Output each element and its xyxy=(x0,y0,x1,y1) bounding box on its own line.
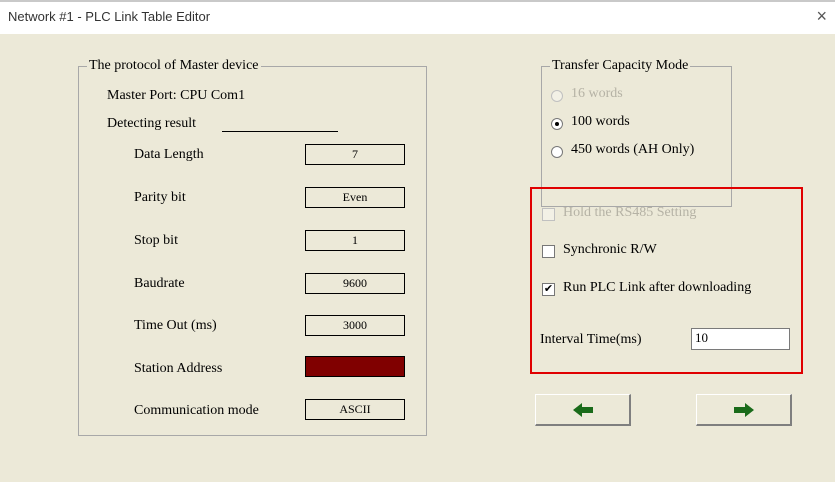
radio-450-words[interactable] xyxy=(551,146,563,158)
left-arrow-icon xyxy=(573,403,593,417)
parity-bit-label: Parity bit xyxy=(134,190,186,205)
radio-100-words[interactable] xyxy=(551,118,563,130)
next-button[interactable] xyxy=(696,394,792,426)
synchronic-rw-checkbox[interactable] xyxy=(542,245,555,258)
radio-450-words-label: 450 words (AH Only) xyxy=(571,142,695,157)
transfer-capacity-group: Transfer Capacity Mode xyxy=(541,58,732,207)
dialog-client: The protocol of Master device Master Por… xyxy=(0,34,835,482)
interval-time-label: Interval Time(ms) xyxy=(540,332,642,347)
detecting-result-label: Detecting result xyxy=(107,116,197,131)
radio-16-words[interactable] xyxy=(551,90,563,102)
stop-bit-label: Stop bit xyxy=(134,233,178,248)
master-port-label: Master Port: CPU Com1 xyxy=(107,88,246,103)
station-address-value xyxy=(305,356,405,377)
time-out-label: Time Out (ms) xyxy=(134,318,217,333)
titlebar: Network #1 - PLC Link Table Editor × xyxy=(0,0,835,34)
interval-time-input[interactable]: 10 xyxy=(691,328,790,350)
hold-rs485-label: Hold the RS485 Setting xyxy=(563,205,697,220)
right-arrow-icon xyxy=(734,403,754,417)
communication-mode-label: Communication mode xyxy=(134,403,259,418)
communication-mode-value: ASCII xyxy=(305,399,405,420)
station-address-label: Station Address xyxy=(134,361,223,376)
run-plc-link-label: Run PLC Link after downloading xyxy=(563,280,752,295)
previous-button[interactable] xyxy=(535,394,631,426)
close-icon[interactable]: × xyxy=(816,6,827,27)
data-length-label: Data Length xyxy=(134,147,204,162)
window-title: Network #1 - PLC Link Table Editor xyxy=(8,9,211,24)
radio-16-words-label: 16 words xyxy=(571,86,623,101)
baudrate-label: Baudrate xyxy=(134,276,185,291)
stop-bit-value: 1 xyxy=(305,230,405,251)
baudrate-value: 9600 xyxy=(305,273,405,294)
run-plc-link-checkbox[interactable]: ✔ xyxy=(542,283,555,296)
time-out-value: 3000 xyxy=(305,315,405,336)
master-protocol-group-title: The protocol of Master device xyxy=(87,58,261,74)
window-top-edge xyxy=(0,0,835,2)
detecting-result-line xyxy=(222,131,338,132)
synchronic-rw-label: Synchronic R/W xyxy=(563,242,657,257)
hold-rs485-checkbox[interactable] xyxy=(542,208,555,221)
transfer-capacity-group-title: Transfer Capacity Mode xyxy=(550,58,691,74)
radio-100-words-label: 100 words xyxy=(571,114,630,129)
parity-bit-value: Even xyxy=(305,187,405,208)
data-length-value: 7 xyxy=(305,144,405,165)
